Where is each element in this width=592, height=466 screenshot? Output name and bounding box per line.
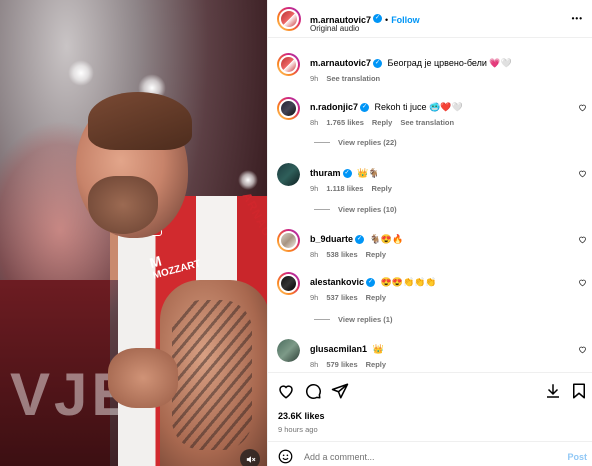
caption-line: m.arnautovic7 ✓ Београд је црвено-бели 💗🤍	[310, 58, 512, 69]
player-hair	[88, 92, 192, 150]
comment-likes[interactable]: 538 likes	[326, 250, 357, 259]
comment-input[interactable]: Add a comment...	[304, 452, 375, 462]
comment-meta: 9h 537 likes Reply	[310, 293, 394, 302]
player-beard	[88, 176, 158, 234]
view-replies-label: View replies (1)	[338, 315, 393, 324]
arm-tattoo	[172, 300, 252, 450]
reply-button[interactable]: Reply	[371, 184, 391, 193]
bookmark-icon[interactable]	[569, 381, 589, 401]
more-icon[interactable]: •••	[572, 14, 583, 23]
player-hand	[108, 348, 178, 408]
comment-time: 9h	[310, 293, 319, 302]
heart-icon[interactable]	[578, 103, 587, 115]
comment-text: 🐐😍🔥	[369, 234, 404, 244]
comment-time: 8h	[310, 360, 319, 369]
see-translation-link[interactable]: See translation	[400, 118, 454, 127]
comment-line: glusacmilan1 👑	[310, 344, 384, 355]
commenter-username[interactable]: alestankovic	[310, 277, 364, 287]
comment-time: 8h	[310, 118, 319, 127]
commenter-avatar[interactable]	[277, 163, 300, 186]
divider	[314, 319, 330, 320]
comments-list[interactable]: m.arnautovic7 ✓ Београд је црвено-бели 💗🤍…	[268, 39, 592, 371]
follow-button[interactable]: Follow	[391, 15, 420, 25]
stadium-light	[238, 170, 258, 190]
author-avatar[interactable]	[277, 53, 300, 76]
heart-icon[interactable]	[578, 345, 587, 357]
post-actions: 23.6K likes 9 hours ago Add a comment...…	[268, 372, 592, 466]
divider	[314, 209, 330, 210]
commenter-username[interactable]: b_9duarte	[310, 234, 353, 244]
verified-icon: ✓	[373, 14, 383, 24]
commenter-avatar[interactable]	[277, 272, 300, 295]
author-avatar[interactable]	[277, 7, 301, 31]
view-replies-button[interactable]: View replies (22)	[314, 138, 397, 147]
see-translation-link[interactable]: See translation	[326, 74, 380, 83]
comment-text: 👑	[372, 344, 384, 354]
commenter-avatar[interactable]	[277, 339, 300, 362]
comment-meta: 8h 579 likes Reply	[310, 360, 394, 369]
post-comment-button[interactable]: Post	[567, 452, 587, 462]
comment-line: thuram ✓ 👑🐐	[310, 168, 379, 179]
post-header: m.arnautovic7 ✓ • Follow Original audio •••	[268, 0, 592, 38]
view-replies-button[interactable]: View replies (1)	[314, 315, 392, 324]
verified-icon: ✓	[366, 278, 376, 288]
caption-username[interactable]: m.arnautovic7	[310, 58, 371, 68]
view-replies-label: View replies (10)	[338, 205, 397, 214]
view-replies-button[interactable]: View replies (10)	[314, 205, 397, 214]
commenter-avatar[interactable]	[277, 229, 300, 252]
heart-icon[interactable]	[578, 278, 587, 290]
separator-dot: •	[385, 15, 389, 25]
comment-line: n.radonjic7 ✓ Rekoh ti juce 🥶❤️🤍	[310, 102, 463, 113]
stadium-light	[68, 60, 94, 86]
verified-icon: ✓	[360, 103, 370, 113]
share-icon[interactable]	[330, 381, 350, 401]
caption-time: 9h	[310, 74, 319, 83]
comment-likes[interactable]: 579 likes	[326, 360, 357, 369]
comment-meta: 8h 538 likes Reply	[310, 250, 394, 259]
comment-text: 😍😍👏👏👏	[380, 277, 437, 287]
verified-icon: ✓	[342, 169, 352, 179]
comment-likes[interactable]: 537 likes	[326, 293, 357, 302]
likes-count[interactable]: 23.6K likes	[278, 411, 325, 421]
comment-text: 👑🐐	[357, 168, 380, 178]
comment-likes[interactable]: 1.765 likes	[326, 118, 364, 127]
comment-meta: 8h 1.765 likes Reply See translation	[310, 118, 462, 127]
speaker-muted-icon[interactable]	[240, 449, 260, 466]
heart-icon[interactable]	[578, 235, 587, 247]
post-time: 9 hours ago	[278, 425, 318, 434]
post-panel: m.arnautovic7 ✓ • Follow Original audio •••…	[267, 0, 592, 466]
download-icon[interactable]	[543, 381, 563, 401]
caption-meta: 9h See translation	[310, 74, 388, 83]
reply-button[interactable]: Reply	[372, 118, 392, 127]
reply-button[interactable]: Reply	[366, 250, 386, 259]
heart-icon[interactable]	[578, 169, 587, 181]
comment-time: 9h	[310, 184, 319, 193]
verified-icon: ✓	[373, 59, 383, 69]
divider	[314, 142, 330, 143]
comment-time: 8h	[310, 250, 319, 259]
comment-line: b_9duarte ✓ 🐐😍🔥	[310, 234, 403, 245]
comment-text: Rekoh ti juce 🥶❤️🤍	[374, 102, 463, 112]
comment-line: alestankovic ✓ 😍😍👏👏👏	[310, 277, 437, 288]
view-replies-label: View replies (22)	[338, 138, 397, 147]
reply-button[interactable]: Reply	[366, 360, 386, 369]
commenter-avatar[interactable]	[277, 97, 300, 120]
verified-icon: ✓	[355, 235, 365, 245]
comment-meta: 9h 1.118 likes Reply	[310, 184, 400, 193]
comment-likes[interactable]: 1.118 likes	[326, 184, 363, 193]
commenter-username[interactable]: n.radonjic7	[310, 102, 358, 112]
commenter-username[interactable]: glusacmilan1	[310, 344, 367, 354]
emoji-icon[interactable]	[278, 449, 293, 464]
commenter-username[interactable]: thuram	[310, 168, 341, 178]
caption-text: Београд је црвено-бели 💗🤍	[387, 58, 512, 68]
comment-composer: Add a comment... Post	[268, 441, 592, 466]
audio-label[interactable]: Original audio	[310, 24, 359, 33]
like-heart-icon[interactable]	[276, 381, 296, 401]
post-photo[interactable]: VJE M MOZZART ARNAUTOVIC	[0, 0, 267, 466]
comment-icon[interactable]	[303, 381, 323, 401]
reply-button[interactable]: Reply	[366, 293, 386, 302]
